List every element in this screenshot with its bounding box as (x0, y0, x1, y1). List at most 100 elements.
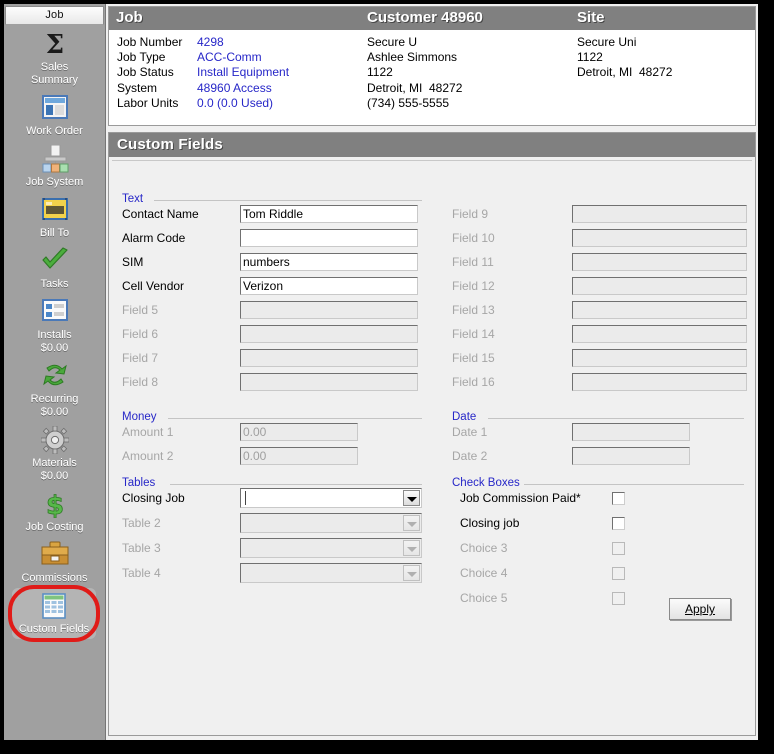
table-field-combobox (240, 538, 422, 558)
text-field-input[interactable]: Verizon (240, 277, 418, 295)
date-field-label: Date 1 (452, 425, 488, 439)
job-header-bar: Job Customer 48960 Site (109, 7, 755, 30)
table-field-combobox (240, 513, 422, 533)
money-field-input: 0.00 (240, 423, 358, 441)
job-field-values: 4298 ACC-Comm Install Equipment 48960 Acces… (197, 35, 289, 111)
text-caret (245, 491, 246, 505)
site-line: Detroit, MI 48272 (577, 65, 673, 80)
chevron-down-icon[interactable] (403, 490, 420, 506)
job-field-value: 48960 Access (197, 80, 272, 95)
job-header-title: Job (116, 9, 143, 26)
text-field-input[interactable]: Tom Riddle (240, 205, 418, 223)
sidebar-item-label: Sales Summary (30, 61, 79, 86)
date-field-input (572, 423, 690, 441)
group-text-rule (154, 200, 422, 201)
text-field-label: Field 14 (452, 327, 495, 341)
sidebar-item-recurring-0-00[interactable]: Recurring $0.00 (4, 358, 105, 422)
site-line: 1122 (577, 50, 603, 65)
custom-fields-icon (12, 592, 96, 622)
sidebar-item-sales-summary[interactable]: Σ Sales Summary (4, 26, 105, 90)
text-field-label: Field 11 (452, 255, 494, 269)
job-field-value: ACC-Comm (197, 50, 262, 65)
text-field-input (572, 373, 747, 391)
checkbox-input (612, 567, 625, 580)
sidebar-item-label: Bill To (39, 227, 70, 239)
text-field-input (240, 325, 418, 343)
sidebar-item-installs-0-00[interactable]: Installs $0.00 (4, 294, 105, 358)
sidebar-tab-job[interactable]: Job (5, 6, 104, 25)
text-field-label: Contact Name (122, 207, 199, 221)
sidebar-item-label: Recurring $0.00 (30, 393, 79, 418)
customer-line: Secure U (367, 35, 418, 49)
table-field-combobox (240, 563, 422, 583)
site-address-block: Secure Uni 1122 Detroit, MI 48272 (577, 35, 672, 81)
toolbox-icon (4, 541, 105, 571)
text-field-label: Field 10 (452, 231, 495, 245)
bill-to-icon (4, 196, 105, 226)
text-field-input[interactable]: numbers (240, 253, 418, 271)
sidebar-item-job-costing[interactable]: $ Job Costing (4, 486, 105, 537)
installs-icon (4, 298, 105, 328)
checkbox-input[interactable] (612, 517, 625, 530)
sidebar-item-label: Installs $0.00 (37, 329, 72, 354)
table-field-label: Closing Job (122, 491, 185, 505)
job-field-label: Labor Units (117, 95, 179, 110)
text-field-label: Field 12 (452, 279, 495, 293)
group-checkboxes-label: Check Boxes (452, 477, 524, 489)
text-field-label: SIM (122, 255, 144, 269)
table-field-combobox[interactable] (240, 488, 422, 508)
sidebar-item-custom-fields[interactable]: Custom Fields (12, 588, 96, 639)
job-field-label: Job Number (117, 35, 183, 49)
sidebar-item-commissions[interactable]: Commissions (4, 537, 105, 588)
checkmark-icon (4, 247, 105, 277)
apply-button[interactable]: Apply (669, 598, 731, 620)
text-field-input (240, 373, 418, 391)
text-field-label: Field 8 (122, 375, 159, 389)
sidebar-item-label: Custom Fields (18, 623, 90, 635)
group-checkboxes-rule (524, 484, 744, 485)
text-field-input (572, 205, 747, 223)
checkbox-label: Choice 5 (460, 591, 508, 605)
custom-fields-panel: Custom Fields Text Money Tables Date Che… (108, 132, 756, 736)
customer-line: 1122 (367, 65, 393, 80)
table-field-label: Table 2 (122, 516, 161, 530)
sidebar-item-work-order[interactable]: Work Order (4, 90, 105, 141)
group-text-label: Text (122, 193, 148, 205)
custom-fields-title: Custom Fields (109, 133, 755, 157)
job-field-label: System (117, 80, 158, 95)
checkbox-input (612, 592, 625, 605)
sidebar-item-job-system[interactable]: Job System (4, 141, 105, 192)
sidebar-item-tasks[interactable]: Tasks (4, 243, 105, 294)
gear-icon (4, 425, 105, 456)
chevron-down-icon (403, 565, 420, 581)
work-order-icon (4, 94, 105, 124)
sidebar: Job Σ Sales Summary Work Order Job System Bi… (4, 4, 106, 740)
text-field-input[interactable] (240, 229, 418, 247)
sidebar-item-materials-0-00[interactable]: Materials $0.00 (4, 422, 105, 486)
text-field-label: Field 15 (452, 351, 495, 365)
job-field-label: Job Status (117, 65, 174, 80)
recurring-icon (4, 362, 105, 392)
group-money-label: Money (122, 411, 161, 423)
svg-text:Σ: Σ (45, 30, 63, 58)
group-date-rule (488, 418, 744, 419)
checkbox-input[interactable] (612, 492, 625, 505)
group-date-label: Date (452, 411, 481, 423)
sidebar-item-bill-to[interactable]: Bill To (4, 192, 105, 243)
sidebar-item-label: Commissions (21, 572, 88, 584)
text-field-label: Field 7 (122, 351, 159, 365)
text-field-label: Field 16 (452, 375, 495, 389)
sigma-icon: Σ (4, 30, 105, 60)
sidebar-item-list: Σ Sales Summary Work Order Job System Bill T… (4, 26, 105, 740)
customer-line: Ashlee Simmons (367, 50, 458, 65)
job-field-value: Install Equipment (197, 65, 290, 80)
customer-line: Detroit, MI 48272 (367, 80, 463, 95)
date-field-input (572, 447, 690, 465)
checkbox-label: Choice 4 (460, 566, 508, 580)
money-field-input: 0.00 (240, 447, 358, 465)
table-field-label: Table 3 (122, 541, 161, 555)
money-field-label: Amount 1 (122, 425, 174, 439)
checkbox-input (612, 542, 625, 555)
text-field-label: Cell Vendor (122, 279, 185, 293)
customer-header-title: Customer 48960 (367, 9, 483, 26)
